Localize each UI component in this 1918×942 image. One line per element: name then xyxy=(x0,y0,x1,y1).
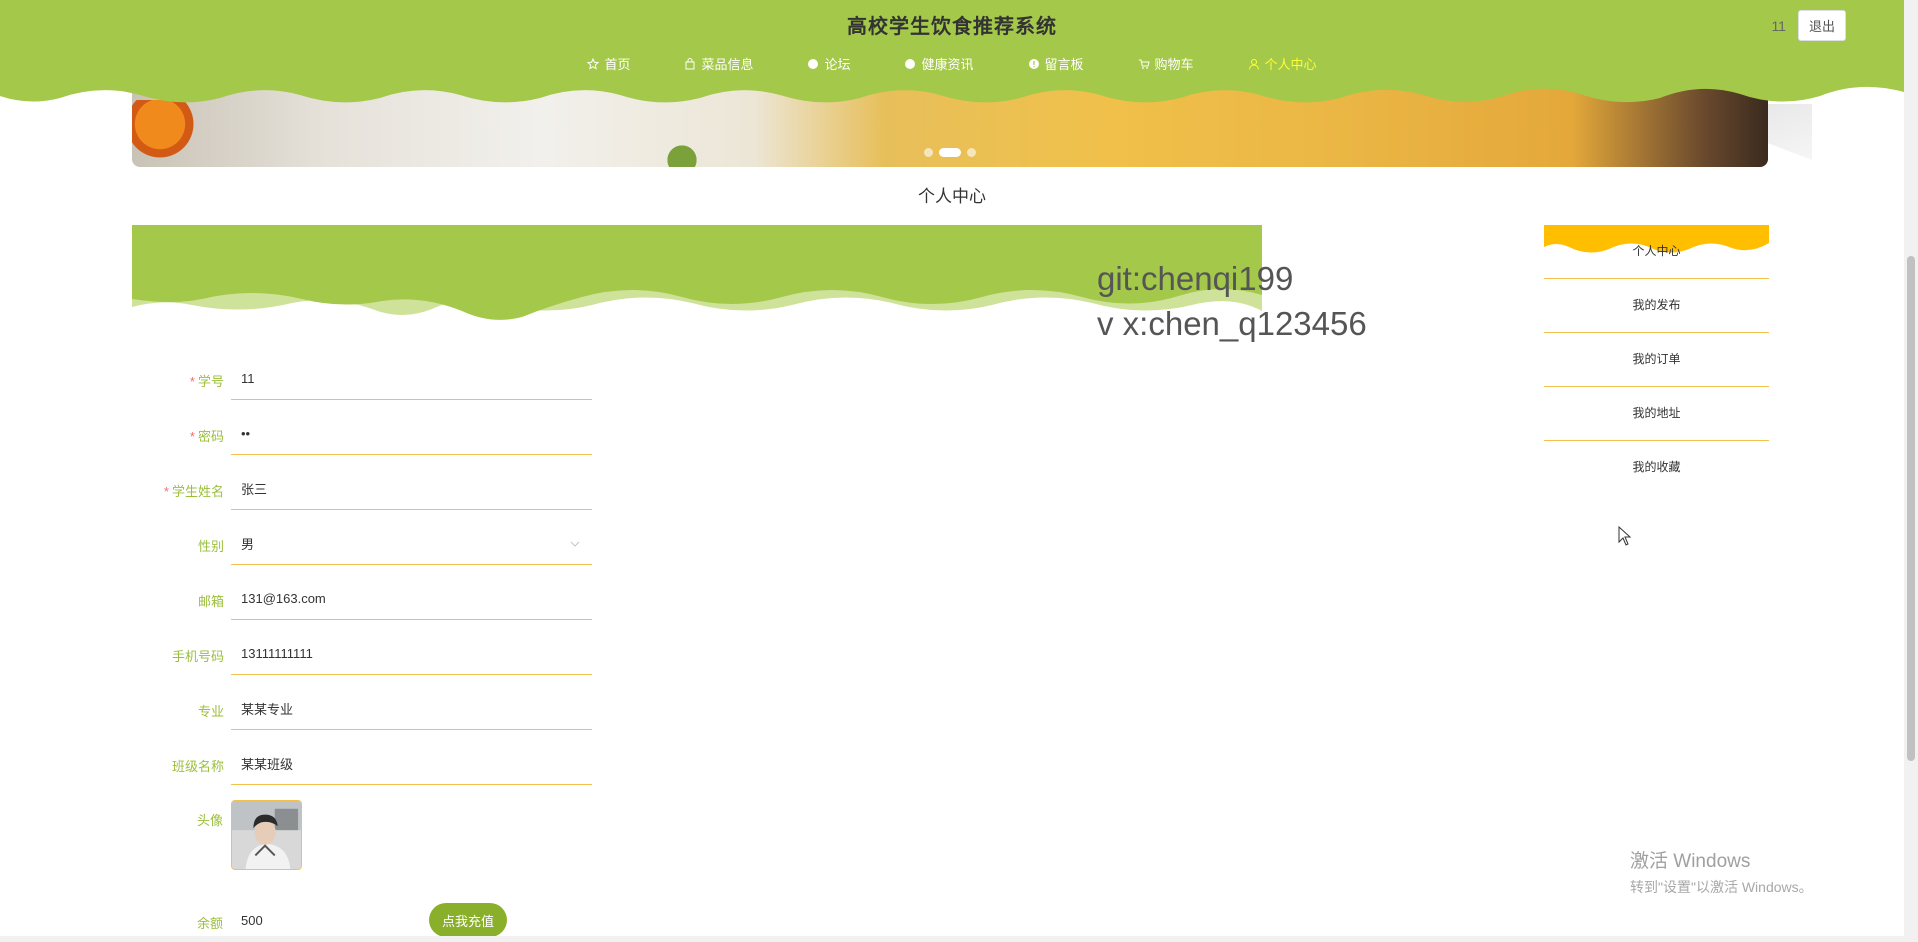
scrollbar-thumb[interactable] xyxy=(1907,256,1915,761)
sidebar-label: 我的发布 xyxy=(1632,298,1681,312)
nav-item-home[interactable]: 首页 xyxy=(587,54,630,73)
chevron-down-icon xyxy=(570,541,580,547)
sidebar-item-my-orders[interactable]: 我的订单 xyxy=(1544,333,1769,387)
email-input[interactable] xyxy=(231,578,592,620)
nav-item-dishes[interactable]: 菜品信息 xyxy=(684,54,753,73)
avatar-upload[interactable] xyxy=(231,800,302,870)
watermark-line: git:chenqi199 xyxy=(1097,260,1294,297)
carousel-dot[interactable] xyxy=(967,148,976,157)
form-row-email: 邮箱 xyxy=(132,578,592,630)
avatar-image xyxy=(232,801,301,869)
avatar-label: 头像 xyxy=(196,813,223,828)
nav-item-health-news[interactable]: 健康资讯 xyxy=(904,54,974,73)
student-name-input[interactable] xyxy=(231,468,592,510)
required-mark: * xyxy=(189,429,195,444)
form-row-password: * 密码 xyxy=(132,413,592,465)
field-label: 邮箱 xyxy=(197,594,224,609)
nav-label: 论坛 xyxy=(824,57,851,72)
form-row-major: 专业 xyxy=(132,688,592,740)
horizontal-scrollbar[interactable] xyxy=(0,936,1904,942)
nav-item-forum[interactable]: 论坛 xyxy=(807,54,850,73)
windows-activation-notice: 激活 Windows 转到"设置"以激活 Windows。 xyxy=(1630,846,1813,897)
user-icon xyxy=(1248,58,1259,70)
sidebar-item-my-favorites[interactable]: 我的收藏 xyxy=(1544,441,1769,494)
field-label: 手机号码 xyxy=(171,649,224,664)
field-label: * 密码 xyxy=(190,426,224,445)
git-watermark: git:chenqi199 v x:chen_q123456 xyxy=(1097,256,1367,346)
nav-label: 留言板 xyxy=(1044,57,1084,72)
required-mark: * xyxy=(163,484,169,499)
carousel-dot[interactable] xyxy=(924,148,933,157)
label-text: 学生姓名 xyxy=(171,484,224,499)
form-row-class-name: 班级名称 xyxy=(132,743,592,795)
sidebar-item-personal-center[interactable]: 个人中心 xyxy=(1544,225,1769,279)
gender-select[interactable] xyxy=(231,523,592,565)
vertical-scrollbar[interactable] xyxy=(1904,0,1918,942)
student-id-input[interactable] xyxy=(231,358,592,400)
watermark-line: v x:chen_q123456 xyxy=(1097,305,1367,342)
circle-icon xyxy=(905,58,916,69)
major-input[interactable] xyxy=(231,688,592,730)
field-label: 专业 xyxy=(197,704,224,719)
nav-label: 菜品信息 xyxy=(701,57,754,72)
site-title: 高校学生饮食推荐系统 xyxy=(847,16,1057,38)
balance-label: 余额 xyxy=(196,916,223,931)
password-input[interactable] xyxy=(231,413,592,455)
sidebar-item-my-address[interactable]: 我的地址 xyxy=(1544,387,1769,441)
nav-item-message-board[interactable]: 留言板 xyxy=(1028,54,1084,73)
nav-item-personal-center[interactable]: 个人中心 xyxy=(1248,54,1317,73)
label-text: 学号 xyxy=(197,374,224,389)
activation-subtitle: 转到"设置"以激活 Windows。 xyxy=(1630,879,1813,895)
carousel-dot-active[interactable] xyxy=(939,148,961,157)
carousel-indicators xyxy=(132,148,1768,157)
nav-label: 购物车 xyxy=(1154,57,1194,72)
form-row-student-name: * 学生姓名 xyxy=(132,468,592,520)
field-label: * 学号 xyxy=(190,371,224,390)
star-icon xyxy=(587,57,600,70)
field-label: * 学生姓名 xyxy=(164,481,224,500)
mouse-cursor-icon xyxy=(1618,526,1632,546)
page-title: 个人中心 xyxy=(918,187,986,206)
user-area: 11 退出 xyxy=(1771,10,1846,41)
required-mark: * xyxy=(189,374,195,389)
sidebar-item-my-posts[interactable]: 我的发布 xyxy=(1544,279,1769,333)
field-label: 班级名称 xyxy=(171,759,224,774)
nav-label: 首页 xyxy=(604,57,631,72)
sidebar-label: 我的收藏 xyxy=(1632,460,1681,474)
nav-label: 健康资讯 xyxy=(921,57,974,72)
field-label: 性别 xyxy=(197,539,224,554)
info-icon xyxy=(1028,58,1039,69)
nav-item-cart[interactable]: 购物车 xyxy=(1138,54,1194,73)
top-header: 高校学生饮食推荐系统 首页 菜品信息 论坛 健康资讯 留言板 购物车 个人中心 xyxy=(0,0,1904,104)
recharge-button[interactable]: 点我充值 xyxy=(429,903,507,937)
logout-button[interactable]: 退出 xyxy=(1797,10,1846,41)
sidebar-label: 个人中心 xyxy=(1632,244,1681,258)
banner-next-slide-edge xyxy=(1768,104,1812,160)
form-header-wave xyxy=(132,225,1262,320)
class-name-input[interactable] xyxy=(231,743,592,785)
activation-title: 激活 Windows xyxy=(1630,851,1751,872)
form-row-gender: 性别 xyxy=(132,523,592,575)
phone-input[interactable] xyxy=(231,633,592,675)
personal-center-sidebar: 个人中心 我的发布 我的订单 我的地址 我的收藏 xyxy=(1544,225,1769,494)
sidebar-label: 我的地址 xyxy=(1632,406,1681,420)
main-nav: 首页 菜品信息 论坛 健康资讯 留言板 购物车 个人中心 xyxy=(0,54,1904,73)
balance-value: 500 xyxy=(241,913,263,928)
nav-label: 个人中心 xyxy=(1264,57,1317,72)
cart-icon xyxy=(1138,59,1150,69)
label-text: 密码 xyxy=(197,429,224,444)
form-row-student-id: * 学号 xyxy=(132,358,592,410)
form-row-phone: 手机号码 xyxy=(132,633,592,685)
bag-icon xyxy=(685,57,695,69)
sidebar-label: 我的订单 xyxy=(1632,352,1681,366)
circle-icon xyxy=(808,58,819,69)
username: 11 xyxy=(1771,17,1786,34)
